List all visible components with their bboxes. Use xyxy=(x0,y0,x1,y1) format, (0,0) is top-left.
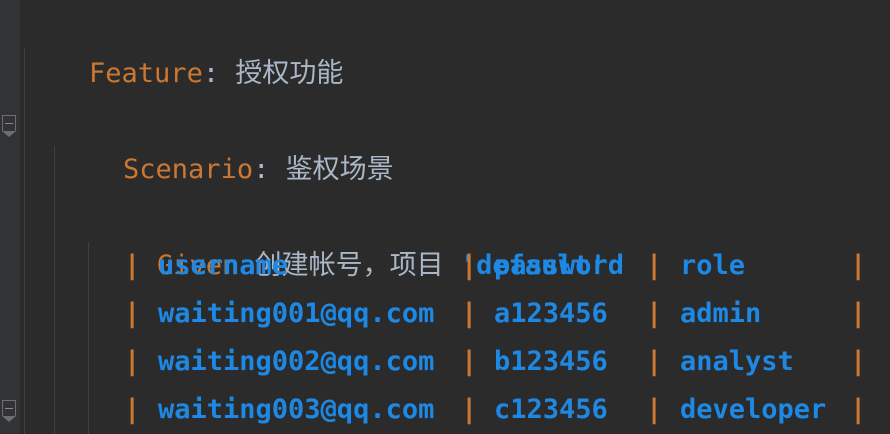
table-cell: c123456 xyxy=(494,394,608,425)
table-pipe: | xyxy=(850,250,867,281)
table-pipe: | xyxy=(850,394,867,425)
table-cell: b123456 xyxy=(494,346,608,377)
feature-keyword: Feature xyxy=(89,58,203,89)
table-row[interactable]: | username | password | role | xyxy=(0,242,890,290)
table-pipe: | xyxy=(646,250,663,281)
table-pipe: | xyxy=(646,298,663,329)
table-pipe: | xyxy=(124,250,141,281)
table-cell: password xyxy=(494,250,625,281)
table-row[interactable]: | waiting002@qq.com | b123456 | analyst … xyxy=(0,338,890,386)
table-pipe: | xyxy=(646,346,663,377)
table-row[interactable]: | waiting001@qq.com | a123456 | admin | xyxy=(0,290,890,338)
scenario-title: 鉴权场景 xyxy=(285,154,394,185)
fold-arrow-icon xyxy=(2,131,16,137)
table-pipe: | xyxy=(646,394,663,425)
table-pipe: | xyxy=(850,298,867,329)
table-pipe: | xyxy=(461,346,478,377)
table-pipe: | xyxy=(124,346,141,377)
scenario-line[interactable]: Scenario: 鉴权场景 xyxy=(58,98,394,185)
fold-collapse-icon[interactable] xyxy=(2,115,16,131)
table-cell: waiting001@qq.com xyxy=(158,298,435,329)
table-pipe: | xyxy=(124,298,141,329)
feature-line[interactable]: Feature: 授权功能 xyxy=(24,2,343,89)
scenario-colon: : xyxy=(253,154,270,185)
table-pipe: | xyxy=(124,394,141,425)
table-cell: waiting002@qq.com xyxy=(158,346,435,377)
table-pipe: | xyxy=(461,250,478,281)
scenario-keyword: Scenario xyxy=(123,154,254,185)
table-pipe: | xyxy=(461,298,478,329)
table-pipe: | xyxy=(461,394,478,425)
table-cell: a123456 xyxy=(494,298,608,329)
table-cell: analyst xyxy=(680,346,794,377)
given-step-line[interactable]: Given 创建帐号，项目 'default' xyxy=(92,194,606,281)
table-cell: username xyxy=(158,250,289,281)
table-pipe: | xyxy=(850,346,867,377)
table-cell: admin xyxy=(680,298,762,329)
feature-colon: : xyxy=(202,58,220,89)
table-cell: developer xyxy=(680,394,827,425)
table-cell: waiting003@qq.com xyxy=(158,394,435,425)
code-editor[interactable]: Feature: 授权功能 Scenario: 鉴权场景 Given 创建帐号，… xyxy=(0,0,890,434)
table-cell: role xyxy=(680,250,746,281)
feature-title: 授权功能 xyxy=(235,58,344,89)
table-row[interactable]: | waiting003@qq.com | c123456 | develope… xyxy=(0,386,890,434)
